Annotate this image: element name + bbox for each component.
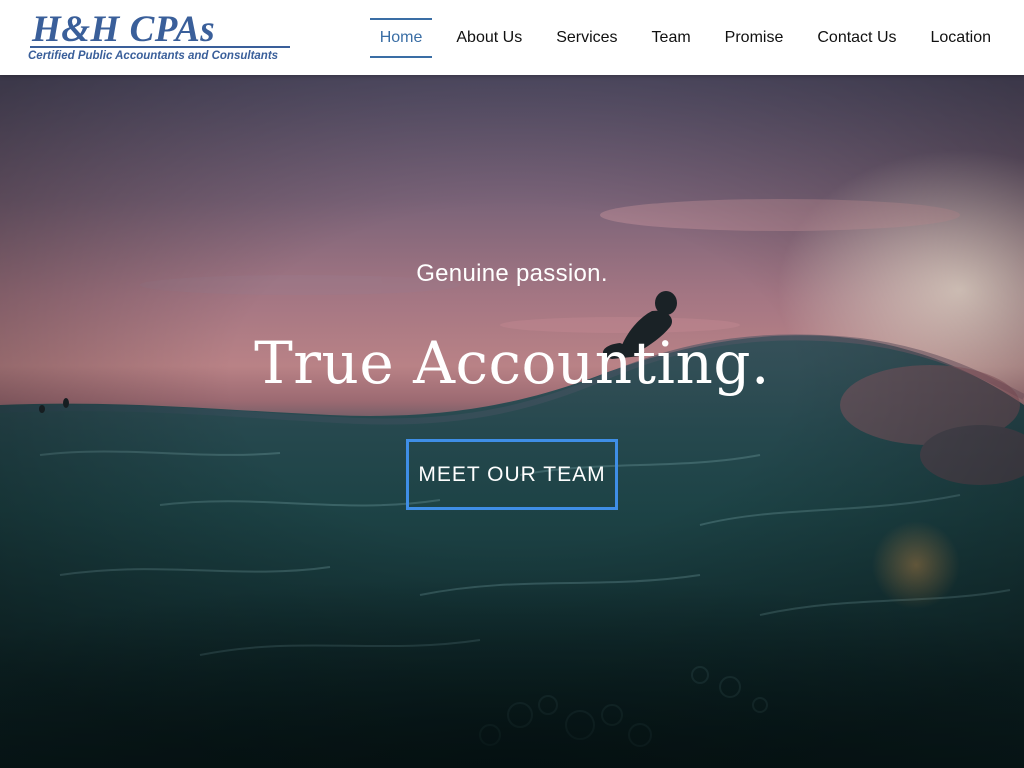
meet-our-team-button[interactable]: MEET OUR TEAM: [406, 439, 618, 510]
hero-background-image: [0, 199, 1024, 768]
site-logo[interactable]: H&H CPAs Certified Public Accountants an…: [28, 8, 292, 66]
site-header: H&H CPAs Certified Public Accountants an…: [0, 0, 1024, 75]
nav-item-team[interactable]: Team: [642, 20, 701, 56]
logo-title: H&H CPAs: [32, 9, 216, 50]
nav-item-contact-us[interactable]: Contact Us: [807, 20, 906, 56]
hero-title: True Accounting.: [254, 329, 770, 397]
page: H&H CPAs Certified Public Accountants an…: [0, 0, 1024, 768]
hero-tagline: Genuine passion.: [416, 260, 608, 287]
logo-subtitle: Certified Public Accountants and Consult…: [28, 50, 279, 62]
hero-section: Genuine passion. True Accounting. MEET O…: [0, 75, 1024, 768]
nav-item-services[interactable]: Services: [546, 20, 627, 56]
nav-item-home[interactable]: Home: [369, 17, 433, 58]
nav-item-promise[interactable]: Promise: [715, 20, 794, 56]
nav-item-location[interactable]: Location: [921, 20, 1002, 56]
main-nav: Home About Us Services Team Promise Cont…: [363, 0, 1008, 75]
nav-item-about-us[interactable]: About Us: [446, 20, 532, 56]
